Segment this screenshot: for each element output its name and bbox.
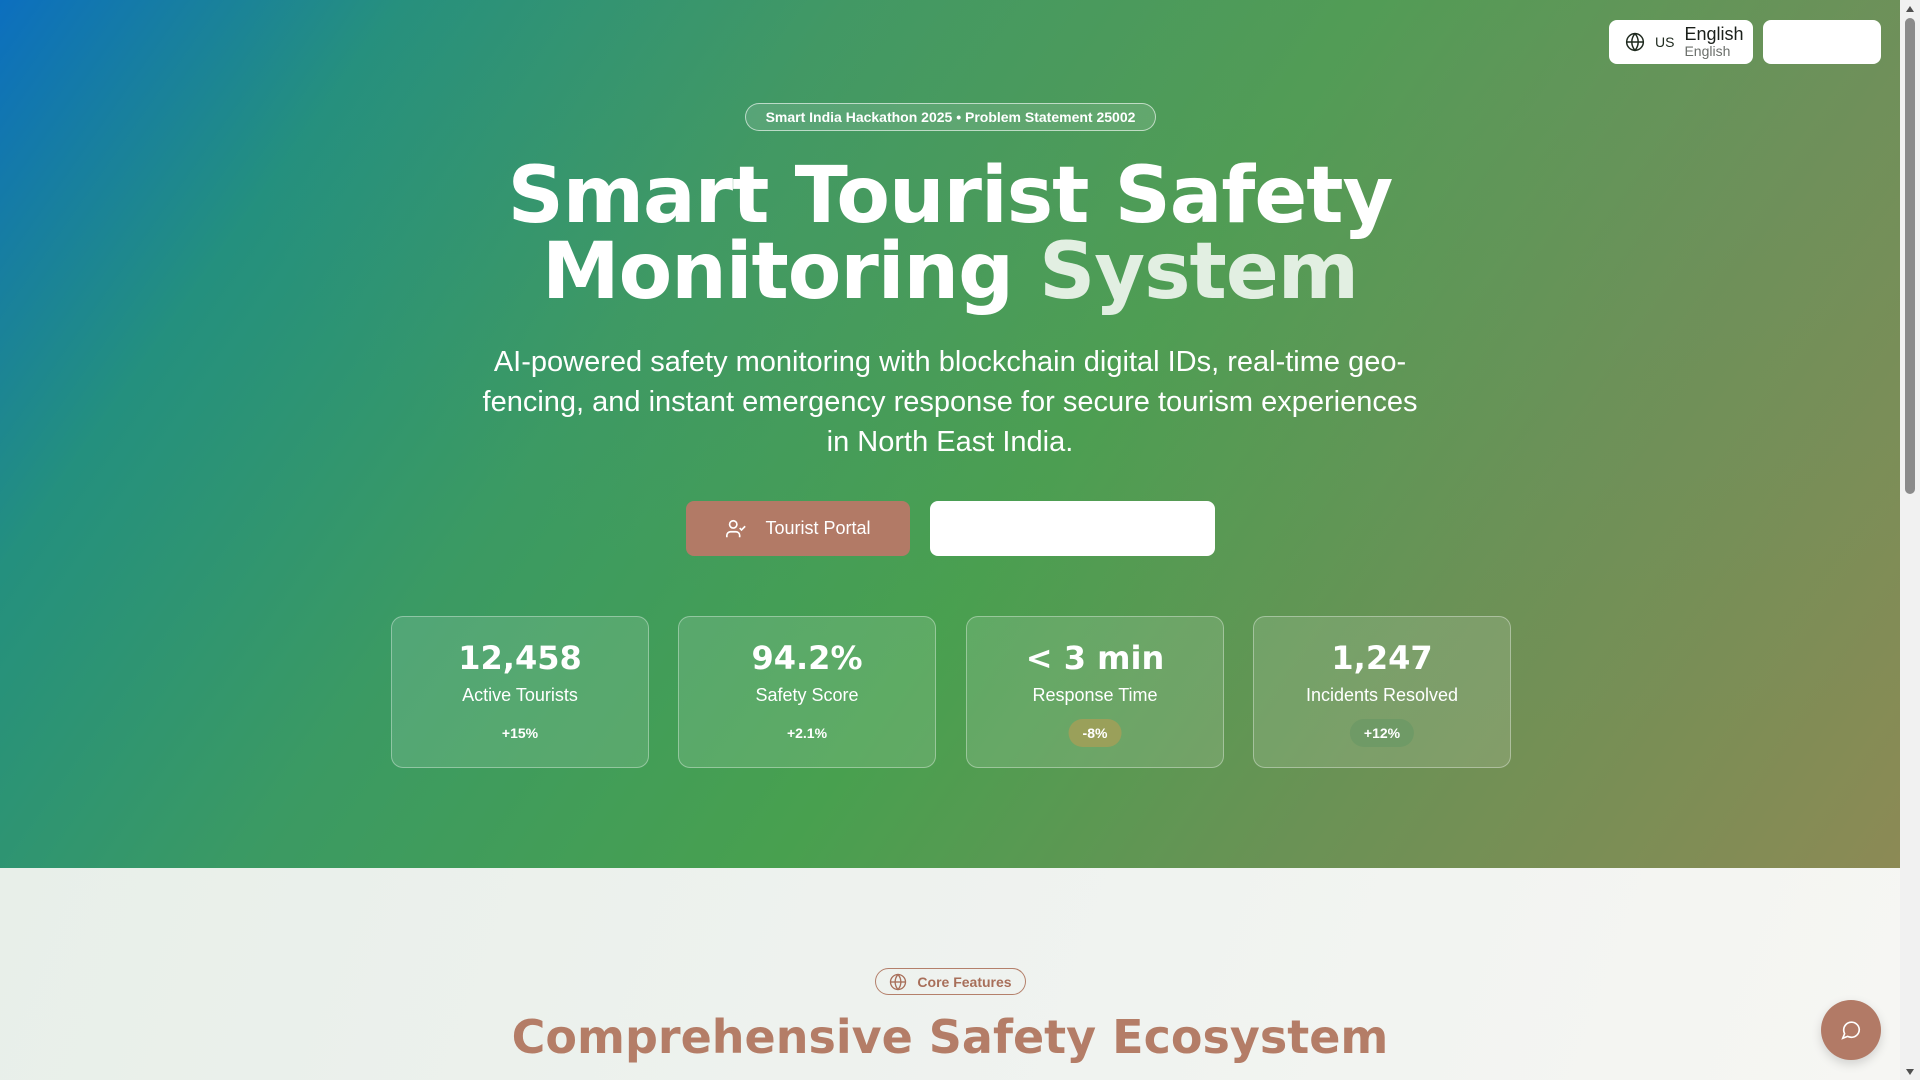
tourist-portal-label: Tourist Portal	[765, 518, 871, 538]
language-selector[interactable]: US English English	[1609, 20, 1753, 64]
shield-icon	[975, 518, 992, 539]
stat-value: 1,247	[1331, 639, 1433, 677]
login-icon	[1787, 34, 1803, 50]
language-label: English	[1684, 24, 1744, 45]
authority-dashboard-button[interactable]: Authority Dashboard	[930, 501, 1215, 556]
hero-title-monitoring: Monitoring	[542, 227, 1014, 317]
hero-title: Smart Tourist Safety Monitoring System	[300, 157, 1600, 311]
core-features-badge: Core Features	[875, 968, 1026, 995]
stat-value: 94.2%	[751, 639, 863, 677]
scrollbar-thumb[interactable]	[1905, 18, 1915, 494]
language-code: US	[1655, 34, 1675, 50]
core-features-label: Core Features	[917, 973, 1012, 990]
stats-row: 12,458 Active Tourists +15% 94.2% Safety…	[391, 616, 1511, 768]
stat-label: Active Tourists	[462, 685, 578, 705]
stat-label: Response Time	[1032, 685, 1158, 705]
scrollbar[interactable]	[1900, 0, 1920, 1080]
stat-value: < 3 min	[1025, 639, 1165, 677]
stat-label: Safety Score	[755, 685, 859, 705]
message-circle-icon	[1841, 1021, 1861, 1040]
features-title: Comprehensive Safety Ecosystem	[511, 1010, 1389, 1064]
hero-title-system: System	[1039, 227, 1359, 317]
stat-value: 12,458	[458, 639, 582, 677]
stat-delta-badge: -8%	[1068, 719, 1122, 747]
stat-delta-badge: +15%	[501, 725, 539, 741]
stat-card-response-time: < 3 min Response Time -8%	[966, 616, 1224, 768]
user-check-icon	[726, 519, 747, 537]
hero-subtitle: AI-powered safety monitoring with blockc…	[482, 346, 1418, 458]
stat-card-incidents-resolved: 1,247 Incidents Resolved +12%	[1253, 616, 1511, 768]
sign-in-button[interactable]: Sign In	[1763, 20, 1881, 64]
globe-icon	[1625, 32, 1645, 52]
stat-delta-badge: +2.1%	[786, 725, 828, 741]
stat-delta-badge: +12%	[1349, 719, 1415, 747]
hackathon-badge: Smart India Hackathon 2025 • Problem Sta…	[745, 103, 1156, 131]
stat-card-safety-score: 94.2% Safety Score +2.1%	[678, 616, 936, 768]
scroll-down-arrow-icon[interactable]	[1900, 1063, 1920, 1080]
language-sublabel: English	[1684, 43, 1731, 60]
language-label-group: English English	[1684, 25, 1743, 59]
hero-section: US English English Sign In Smart India H…	[0, 0, 1900, 868]
tourist-portal-button[interactable]: Tourist Portal	[686, 501, 910, 556]
globe-icon	[890, 972, 907, 991]
sign-in-label: Sign In	[1811, 33, 1859, 51]
stat-label: Incidents Resolved	[1305, 685, 1459, 705]
stat-card-active-tourists: 12,458 Active Tourists +15%	[391, 616, 649, 768]
hero-title-line2: Monitoring System	[300, 233, 1600, 311]
chat-button[interactable]	[1821, 1000, 1881, 1060]
authority-dashboard-label: Authority Dashboard	[1008, 518, 1173, 538]
scroll-up-arrow-icon[interactable]	[1900, 0, 1920, 17]
